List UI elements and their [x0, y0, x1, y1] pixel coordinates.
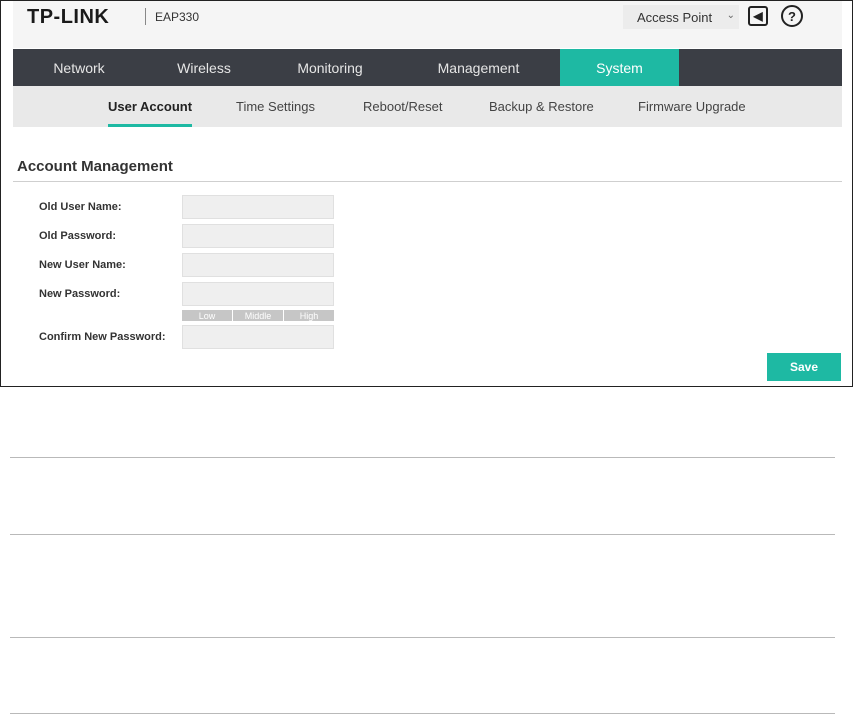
- save-button[interactable]: Save: [767, 353, 841, 381]
- device-model: EAP330: [155, 10, 200, 24]
- strength-low: Low: [182, 310, 233, 321]
- subtab-firmware-upgrade[interactable]: Firmware Upgrade: [638, 86, 746, 127]
- subtab-user-account[interactable]: User Account: [108, 86, 193, 127]
- subtab-backup-restore[interactable]: Backup & Restore: [489, 86, 594, 127]
- section-title: Account Management: [17, 158, 173, 175]
- header-bar: TP-LINK EAP330 Access Point ⌄ ◀ ?: [13, 1, 842, 48]
- strength-middle: Middle: [233, 310, 284, 321]
- main-nav: Network Wireless Monitoring Management S…: [13, 49, 842, 86]
- new-user-name-input[interactable]: [182, 253, 334, 277]
- tab-system[interactable]: System: [560, 49, 679, 86]
- divider-line: [10, 534, 835, 535]
- chevron-down-icon: ⌄: [726, 10, 735, 21]
- password-strength-meter: Low Middle High: [182, 310, 334, 321]
- mode-select[interactable]: Access Point ⌄: [623, 5, 739, 29]
- divider-line: [10, 637, 835, 638]
- divider-line: [10, 457, 835, 458]
- old-password-input[interactable]: [182, 224, 334, 248]
- subtab-time-settings[interactable]: Time Settings: [236, 86, 315, 127]
- tab-management[interactable]: Management: [397, 49, 560, 86]
- logout-button[interactable]: ◀: [747, 5, 769, 27]
- tab-wireless[interactable]: Wireless: [145, 49, 263, 86]
- help-icon: ?: [781, 5, 803, 27]
- old-password-label: Old Password:: [39, 230, 117, 242]
- help-button[interactable]: ?: [781, 5, 803, 27]
- logo-divider: [145, 8, 146, 25]
- brand-logo: TP-LINK: [27, 6, 110, 28]
- old-user-name-label: Old User Name:: [39, 201, 122, 213]
- new-password-label: New Password:: [39, 288, 121, 300]
- old-user-name-input[interactable]: [182, 195, 334, 219]
- strength-high: High: [284, 310, 334, 321]
- confirm-password-input[interactable]: [182, 325, 334, 349]
- sub-nav: User Account Time Settings Reboot/Reset …: [13, 86, 842, 127]
- subtab-reboot-reset[interactable]: Reboot/Reset: [363, 86, 443, 127]
- mode-select-value: Access Point: [637, 9, 713, 25]
- new-password-input[interactable]: [182, 282, 334, 306]
- tab-network[interactable]: Network: [13, 49, 145, 86]
- confirm-password-label: Confirm New Password:: [39, 331, 166, 343]
- divider-line: [10, 713, 835, 714]
- logout-icon: ◀: [748, 6, 768, 26]
- section-divider: [13, 181, 842, 182]
- app-screenshot-frame: TP-LINK EAP330 Access Point ⌄ ◀ ? Networ…: [0, 0, 853, 387]
- tab-monitoring[interactable]: Monitoring: [263, 49, 397, 86]
- new-user-name-label: New User Name:: [39, 259, 126, 271]
